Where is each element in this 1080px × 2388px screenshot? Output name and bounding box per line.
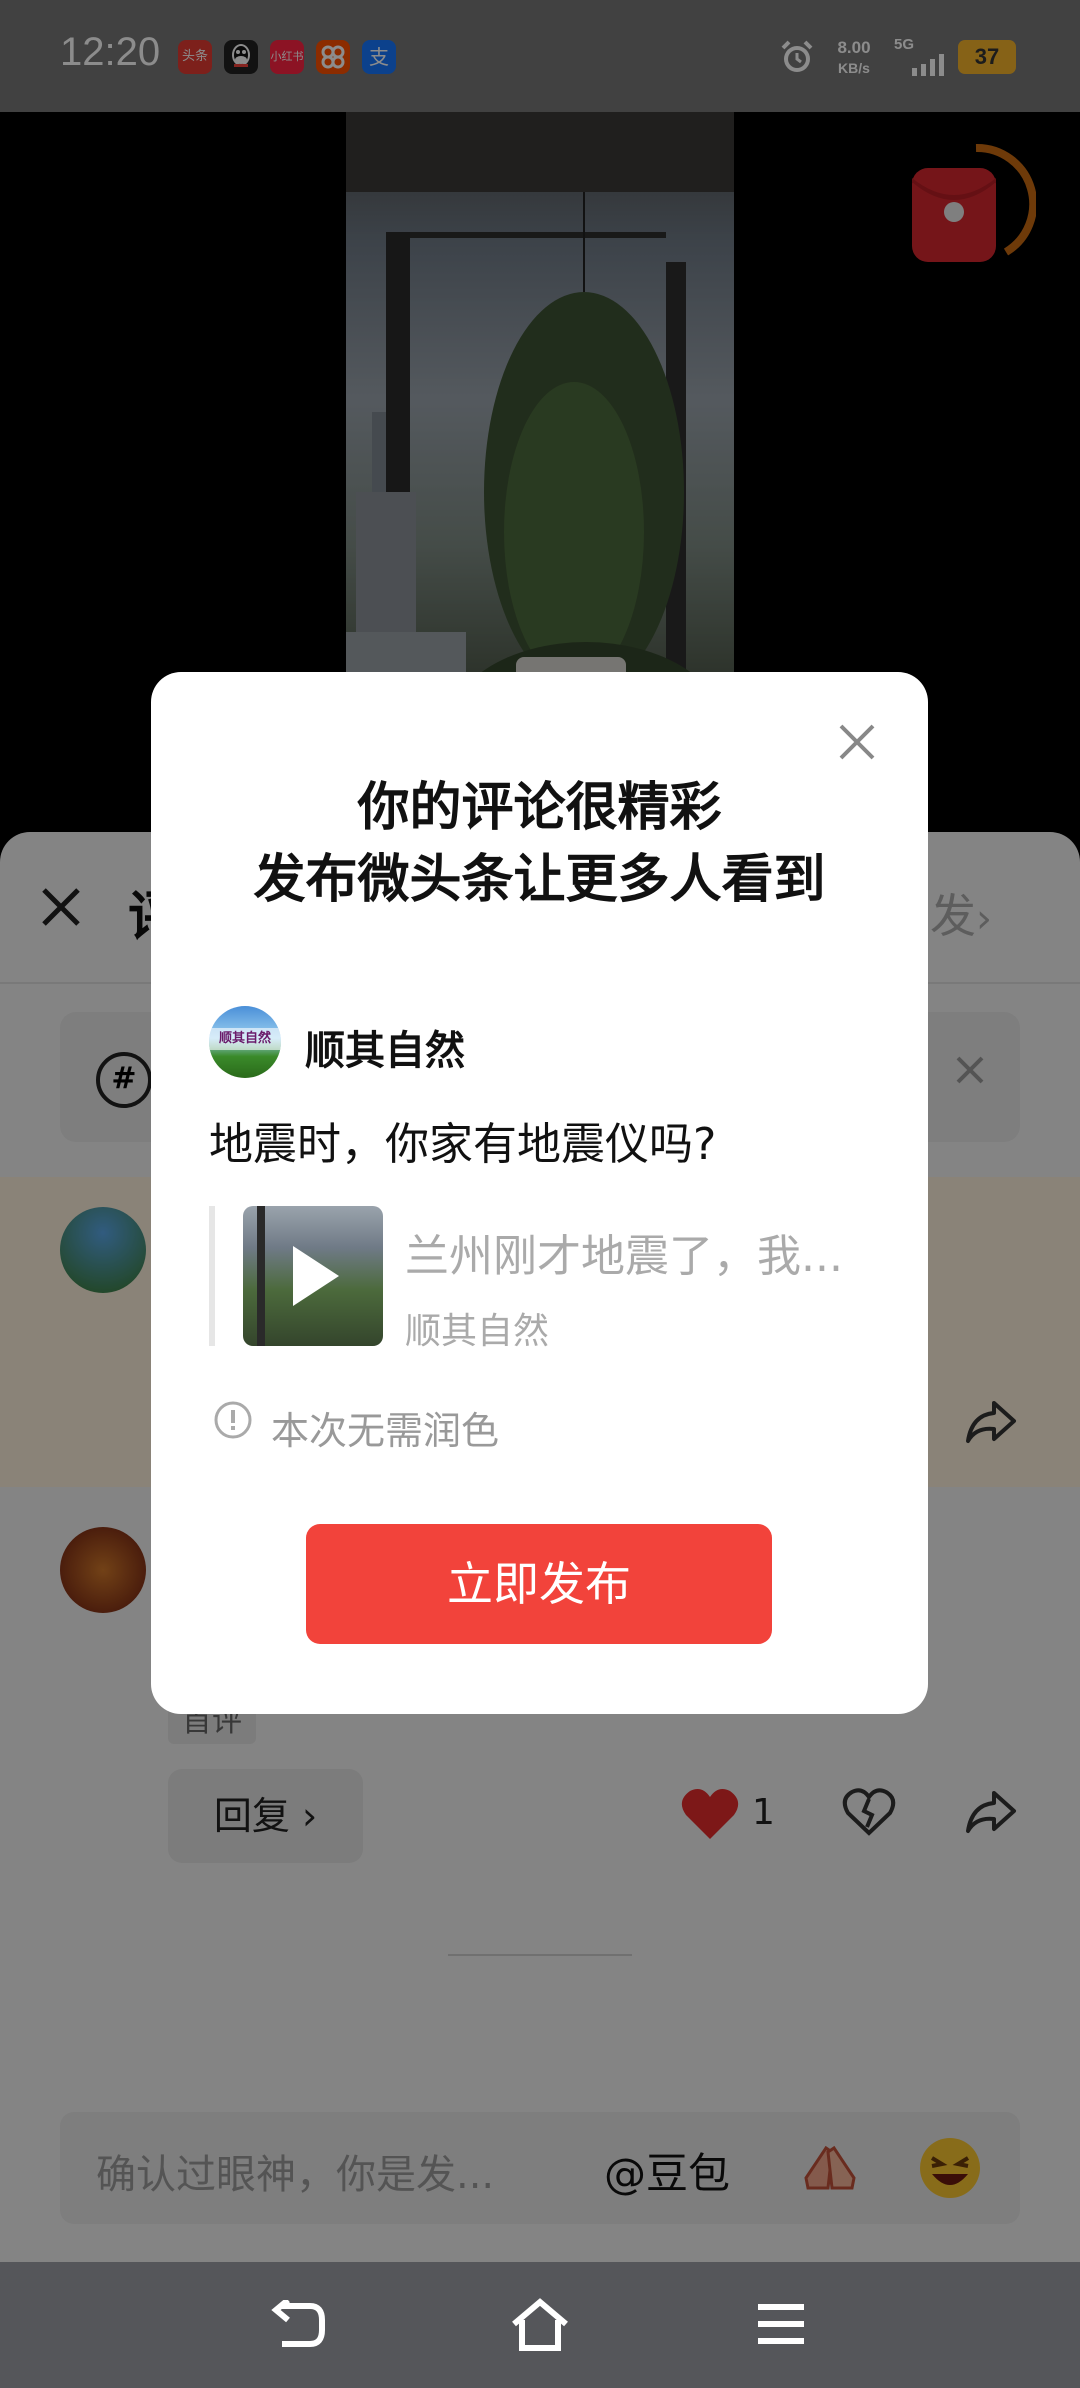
back-icon[interactable] (270, 2297, 326, 2354)
dialog-title-line1: 你的评论很精彩 (357, 778, 722, 838)
author-avatar[interactable]: 顺其自然 (209, 1006, 281, 1078)
quote-author: 顺其自然 (405, 1311, 550, 1352)
publish-now-button[interactable]: 立即发布 (306, 1524, 772, 1644)
publish-dialog: 你的评论很精彩 发布微头条让更多人看到 顺其自然 顺其自然 地震时，你家有地震仪… (151, 672, 928, 1714)
author-name: 顺其自然 (305, 1028, 465, 1074)
quote-bar (209, 1206, 215, 1346)
dialog-title: 你的评论很精彩 发布微头条让更多人看到 (151, 772, 928, 916)
comment-text: 地震时，你家有地震仪吗? (209, 1119, 717, 1170)
menu-icon[interactable] (756, 2300, 806, 2352)
quote-thumbnail[interactable] (243, 1206, 383, 1346)
dialog-title-line2: 发布微头条让更多人看到 (253, 850, 826, 910)
avatar-text: 顺其自然 (209, 1028, 281, 1050)
polish-notice: 本次无需润色 (271, 1409, 500, 1453)
play-icon (257, 1206, 339, 1346)
close-icon[interactable] (835, 720, 879, 768)
info-icon (213, 1400, 253, 1444)
system-nav-bar (0, 2262, 1080, 2388)
home-icon[interactable] (510, 2298, 570, 2356)
quote-title: 兰州刚才地震了，我... (405, 1231, 843, 1282)
